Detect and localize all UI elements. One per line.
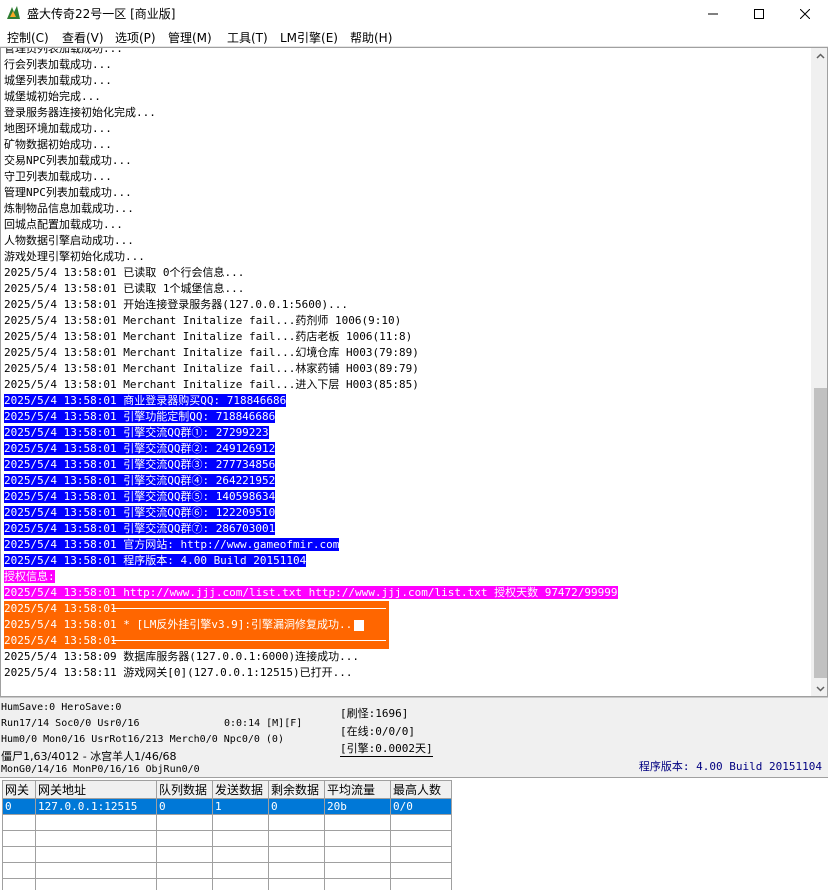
engine-days-label: [引擎:0.0002天]	[340, 742, 433, 757]
log-line: 2025/5/4 13:58:01 Merchant Initalize fai…	[4, 330, 413, 343]
log-line-highlighted: 2025/5/4 13:58:01 商业登录器购买QQ: 718846686	[4, 394, 287, 407]
title-bar: 盛大传奇22号一区 [商业版]	[0, 0, 828, 27]
log-textarea[interactable]: 管理员列表加载成功... 行会列表加载成功... 城堡列表加载成功... 城堡城…	[0, 47, 828, 697]
log-line-highlighted: 2025/5/4 13:58:01 引擎交流QQ群③: 277734856	[4, 458, 276, 471]
table-cell: 127.0.0.1:12515	[35, 798, 157, 815]
table-cell: 0/0	[390, 798, 452, 815]
scroll-down-icon[interactable]	[816, 684, 825, 693]
log-line: 2025/5/4 13:58:01 Merchant Initalize fai…	[4, 346, 419, 359]
app-icon	[7, 6, 20, 19]
status-mong: MonG0/14/16 MonP0/16/16 ObjRun0/0	[1, 764, 200, 775]
log-line-highlighted: 2025/5/4 13:58:01 程序版本: 4.00 Build 20151…	[4, 554, 307, 567]
status-monsters: 僵尸1,63/4012 - 冰宫羊人1/46/68	[1, 750, 177, 763]
gateway-table: 网关 网关地址 队列数据 发送数据 剩余数据 平均流量 最高人数 0 127.0…	[2, 780, 452, 890]
log-line: 地图环境加载成功...	[4, 122, 112, 135]
log-line: 交易NPC列表加载成功...	[4, 154, 132, 167]
log-line: 2025/5/4 13:58:11 游戏网关[0](127.0.0.1:1251…	[4, 666, 353, 679]
maximize-icon	[754, 8, 764, 19]
menu-tools[interactable]: 工具(T)	[227, 29, 268, 46]
minimize-button[interactable]	[690, 0, 736, 27]
log-line: 守卫列表加载成功...	[4, 170, 112, 183]
menu-bar: 控制(C) 查看(V) 选项(P) 管理(M) 工具(T) LM引擎(E) 帮助…	[0, 27, 828, 47]
menu-lm-engine[interactable]: LM引擎(E)	[280, 29, 338, 46]
table-row-empty[interactable]	[2, 814, 452, 831]
vertical-scrollbar[interactable]	[811, 48, 827, 696]
log-line: 炼制物品信息加载成功...	[4, 202, 134, 215]
table-row-empty[interactable]	[2, 846, 452, 863]
column-header[interactable]: 最高人数	[390, 780, 452, 799]
log-line-highlighted: 2025/5/4 13:58:01 引擎交流QQ群④: 264221952	[4, 474, 276, 487]
status-panel: HumSave:0 HeroSave:0 Run17/14 Soc0/0 Usr…	[0, 697, 828, 777]
log-line: 回城点配置加载成功...	[4, 218, 123, 231]
status-uptime: 0:0:14 [M][F]	[224, 718, 303, 729]
log-line: 2025/5/4 13:58:01 Merchant Initalize fai…	[4, 378, 419, 391]
log-line: 管理NPC列表加载成功...	[4, 186, 132, 199]
table-cell: 0	[156, 798, 213, 815]
scroll-up-icon[interactable]	[816, 52, 825, 61]
log-line-highlighted: 2025/5/4 13:58:01 引擎功能定制QQ: 718846686	[4, 410, 276, 423]
column-header[interactable]: 剩余数据	[268, 780, 325, 799]
log-line-highlighted: 2025/5/4 13:58:01 引擎交流QQ群①: 27299223	[4, 426, 269, 439]
gateway-grid[interactable]: 网关 网关地址 队列数据 发送数据 剩余数据 平均流量 最高人数 0 127.0…	[0, 777, 828, 890]
menu-manage[interactable]: 管理(M)	[168, 29, 212, 46]
column-header[interactable]: 发送数据	[212, 780, 269, 799]
table-row-empty[interactable]	[2, 830, 452, 847]
column-header[interactable]: 队列数据	[156, 780, 213, 799]
log-line: 2025/5/4 13:58:01 Merchant Initalize fai…	[4, 362, 419, 375]
log-line: 2025/5/4 13:58:01 Merchant Initalize fai…	[4, 314, 402, 327]
log-line: 矿物数据初始成功...	[4, 138, 112, 151]
refresh-monster-label: [刷怪:1696]	[340, 707, 409, 720]
log-line-orange: 2025/5/4 13:58:01 * [LM反外挂引擎v3.9]:引擎漏洞修复…	[4, 617, 809, 633]
log-line: 2025/5/4 13:58:01 已读取 0个行会信息...	[4, 266, 245, 279]
menu-control[interactable]: 控制(C)	[7, 29, 49, 46]
log-line-license: 授权信息:	[4, 570, 55, 583]
menu-help[interactable]: 帮助(H)	[350, 29, 392, 46]
log-line-highlighted: 2025/5/4 13:58:01 引擎交流QQ群⑦: 286703001	[4, 522, 276, 535]
table-row-empty[interactable]	[2, 862, 452, 879]
log-line-highlighted: 2025/5/4 13:58:01 引擎交流QQ群②: 249126912	[4, 442, 276, 455]
log-line-license: 2025/5/4 13:58:01 http://www.jjj.com/lis…	[4, 586, 618, 599]
window-title: 盛大传奇22号一区 [商业版]	[27, 7, 176, 21]
log-line-highlighted: 2025/5/4 13:58:01 引擎交流QQ群⑥: 122209510	[4, 506, 276, 519]
column-header[interactable]: 网关	[2, 780, 36, 799]
log-line: 游戏处理引擎初始化成功...	[4, 250, 145, 263]
menu-view[interactable]: 查看(V)	[62, 29, 104, 46]
log-line-orange: 2025/5/4 13:58:01	[4, 601, 809, 617]
log-line-highlighted: 2025/5/4 13:58:01 引擎交流QQ群⑤: 140598634	[4, 490, 276, 503]
log-line: 2025/5/4 13:58:09 数据库服务器(127.0.0.1:6000)…	[4, 650, 360, 663]
close-button[interactable]	[782, 0, 828, 27]
minimize-icon	[708, 13, 718, 14]
log-line: 城堡列表加载成功...	[4, 74, 112, 87]
online-label: [在线:0/0/0]	[340, 725, 415, 738]
menu-options[interactable]: 选项(P)	[115, 29, 156, 46]
log-line: 行会列表加载成功...	[4, 58, 112, 71]
table-row-empty[interactable]	[2, 878, 452, 890]
maximize-button[interactable]	[736, 0, 782, 27]
table-row[interactable]: 0 127.0.0.1:12515 0 1 0 20b 0/0	[2, 798, 452, 815]
scrollbar-thumb[interactable]	[814, 388, 827, 678]
log-line-highlighted: 2025/5/4 13:58:01 官方网站: http://www.gameo…	[4, 538, 340, 551]
table-cell: 1	[212, 798, 269, 815]
close-icon	[800, 8, 810, 19]
status-hum: Hum0/0 Mon0/16 UsrRot16/213 Merch0/0 Npc…	[1, 734, 284, 745]
log-line: 2025/5/4 13:58:01 开始连接登录服务器(127.0.0.1:56…	[4, 298, 349, 311]
log-line: 2025/5/4 13:58:01 已读取 1个城堡信息...	[4, 282, 245, 295]
log-line: 管理员列表加载成功...	[4, 47, 123, 55]
log-line: 城堡城初始完成...	[4, 90, 101, 103]
column-header[interactable]: 网关地址	[35, 780, 157, 799]
log-line-orange: 2025/5/4 13:58:01	[4, 633, 809, 649]
program-version: 程序版本: 4.00 Build 20151104	[638, 760, 822, 773]
table-cell: 0	[268, 798, 325, 815]
status-save: HumSave:0 HeroSave:0	[1, 702, 122, 713]
table-cell: 20b	[324, 798, 391, 815]
table-header-row: 网关 网关地址 队列数据 发送数据 剩余数据 平均流量 最高人数	[2, 780, 452, 799]
status-run: Run17/14 Soc0/0 Usr0/16	[1, 718, 140, 729]
log-line: 人物数据引擎启动成功...	[4, 234, 134, 247]
table-cell: 0	[2, 798, 36, 815]
column-header[interactable]: 平均流量	[324, 780, 391, 799]
log-line: 登录服务器连接初始化完成...	[4, 106, 156, 119]
